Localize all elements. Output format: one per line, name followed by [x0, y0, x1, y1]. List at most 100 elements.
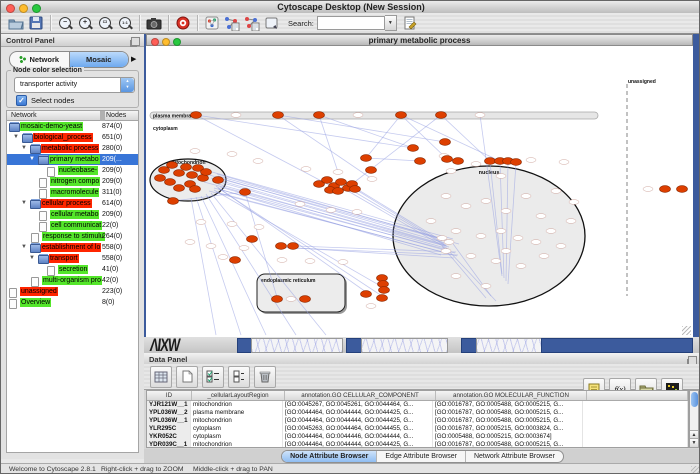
- graph-node-small[interactable]: [286, 297, 296, 302]
- save-icon[interactable]: [26, 14, 46, 32]
- graph-node[interactable]: [174, 170, 185, 177]
- graph-node[interactable]: [322, 177, 333, 184]
- graph-node[interactable]: [396, 112, 407, 119]
- tree-row[interactable]: cell communicat22(0): [7, 220, 138, 231]
- graph-node-small[interactable]: [426, 219, 436, 224]
- tree-row[interactable]: ▼cellular process614(0): [7, 198, 138, 209]
- graph-node[interactable]: [230, 257, 241, 264]
- graph-node-small[interactable]: [471, 162, 481, 167]
- view-close-button[interactable]: [151, 38, 159, 46]
- graph-node-small[interactable]: [551, 189, 561, 194]
- search-dropdown-arrow[interactable]: ▼: [385, 15, 397, 31]
- table-row[interactable]: YKR052Ccytoplasm[GO:0044464, GO:0044446,…: [147, 433, 688, 441]
- minimize-button[interactable]: [19, 4, 28, 13]
- zoom-selected-icon[interactable]: ▭: [95, 14, 115, 32]
- graph-node-small[interactable]: [539, 254, 549, 259]
- tree-row[interactable]: ▼establishment of lo558(0): [7, 242, 138, 253]
- graph-node-small[interactable]: [333, 170, 343, 175]
- window-resize-grip[interactable]: [691, 466, 700, 474]
- graph-node[interactable]: [191, 112, 202, 119]
- graph-node-small[interactable]: [326, 208, 336, 213]
- graph-node-small[interactable]: [513, 236, 523, 241]
- expand-arrow-icon[interactable]: ▼: [21, 145, 27, 152]
- tree-row[interactable]: unassigned223(0): [7, 286, 138, 297]
- graph-node[interactable]: [314, 112, 325, 119]
- graph-node-small[interactable]: [569, 200, 579, 205]
- zoom-button[interactable]: [32, 4, 41, 13]
- graph-node-small[interactable]: [227, 152, 237, 157]
- graph-node-small[interactable]: [546, 229, 556, 234]
- graph-node-small[interactable]: [526, 158, 536, 163]
- graph-node[interactable]: [511, 159, 522, 166]
- tree-row[interactable]: multi-organism pro42(0): [7, 275, 138, 286]
- graph-node[interactable]: [272, 296, 283, 303]
- graph-node-small[interactable]: [559, 160, 569, 165]
- graph-node[interactable]: [453, 158, 464, 165]
- view-resize-grip[interactable]: [682, 326, 691, 335]
- zoom-fit-icon[interactable]: 1:1: [115, 14, 135, 32]
- scroll-down-icon[interactable]: ▼: [690, 438, 698, 447]
- expand-arrow-icon[interactable]: ▼: [21, 244, 27, 251]
- graph-node-small[interactable]: [253, 159, 263, 164]
- graph-node[interactable]: [300, 296, 311, 303]
- background-window-thumbnail[interactable]: [476, 338, 543, 353]
- column-header[interactable]: ID: [147, 391, 192, 400]
- tree-row[interactable]: ▼transport558(0): [7, 253, 138, 264]
- graph-node[interactable]: [276, 243, 287, 250]
- expand-arrow-icon[interactable]: ▼: [21, 200, 27, 207]
- graph-node[interactable]: [336, 179, 347, 186]
- background-window-thumbnail[interactable]: [541, 338, 693, 353]
- table-scrollbar[interactable]: ▲ ▼: [689, 390, 699, 448]
- graph-node-small[interactable]: [444, 240, 454, 245]
- graph-node-small[interactable]: [353, 113, 363, 118]
- graph-node-small[interactable]: [277, 258, 287, 263]
- graph-node[interactable]: [415, 158, 426, 165]
- graph-node-small[interactable]: [239, 246, 249, 251]
- table-row[interactable]: YLR295Ccytoplasm[GO:0045263, GO:0044464,…: [147, 425, 688, 433]
- graph-node[interactable]: [181, 164, 192, 171]
- graph-node[interactable]: [240, 189, 251, 196]
- expand-arrow-icon[interactable]: ▼: [29, 255, 35, 262]
- tree-row[interactable]: macromolecule311(0): [7, 187, 138, 198]
- tab-mosaic[interactable]: Mosaic: [69, 52, 129, 67]
- snapshot-icon[interactable]: [144, 14, 164, 32]
- tree-row[interactable]: cellular metabo209(0): [7, 209, 138, 220]
- tab-overflow-arrow[interactable]: ▶: [131, 55, 136, 63]
- tree-row[interactable]: nucleobase-209(0): [7, 165, 138, 176]
- graph-node-small[interactable]: [305, 259, 315, 264]
- graph-node-small[interactable]: [516, 264, 526, 269]
- graph-node-small[interactable]: [466, 254, 476, 259]
- graph-node-small[interactable]: [367, 177, 377, 182]
- background-window-thumbnail[interactable]: [361, 338, 448, 353]
- graph-node[interactable]: [213, 177, 224, 184]
- select-attributes-icon[interactable]: [202, 366, 224, 388]
- graph-node[interactable]: [361, 155, 372, 162]
- table-icon[interactable]: [150, 366, 172, 388]
- graph-node-small[interactable]: [556, 244, 566, 249]
- graph-node-small[interactable]: [441, 249, 451, 254]
- graph-node-small[interactable]: [566, 219, 576, 224]
- graph-node-small[interactable]: [352, 210, 362, 215]
- expand-arrow-icon[interactable]: ▼: [13, 134, 19, 141]
- graph-node-small[interactable]: [501, 249, 511, 254]
- view-minimize-button[interactable]: [162, 38, 170, 46]
- graph-node-small[interactable]: [451, 229, 461, 234]
- graph-node[interactable]: [361, 291, 372, 298]
- graph-node[interactable]: [155, 175, 166, 182]
- graph-node[interactable]: [168, 198, 179, 205]
- graph-node-small[interactable]: [301, 167, 311, 172]
- scrollbar-thumb[interactable]: [691, 392, 698, 407]
- graph-node[interactable]: [442, 156, 453, 163]
- window-controls[interactable]: [6, 4, 41, 13]
- float-panel-icon[interactable]: [131, 37, 140, 46]
- graph-node-small[interactable]: [491, 259, 501, 264]
- graph-node[interactable]: [660, 186, 671, 193]
- graph-node-small[interactable]: [451, 274, 461, 279]
- graph-node[interactable]: [440, 139, 451, 146]
- graph-node-small[interactable]: [196, 220, 206, 225]
- network-view-titlebar[interactable]: primary metabolic process: [146, 34, 693, 46]
- graph-node-small[interactable]: [437, 236, 447, 241]
- graph-node[interactable]: [485, 158, 496, 165]
- table-row[interactable]: YJR121W__1mitochondrion[GO:0045267, GO:0…: [147, 401, 688, 409]
- tree-row[interactable]: Overview8(0): [7, 297, 138, 308]
